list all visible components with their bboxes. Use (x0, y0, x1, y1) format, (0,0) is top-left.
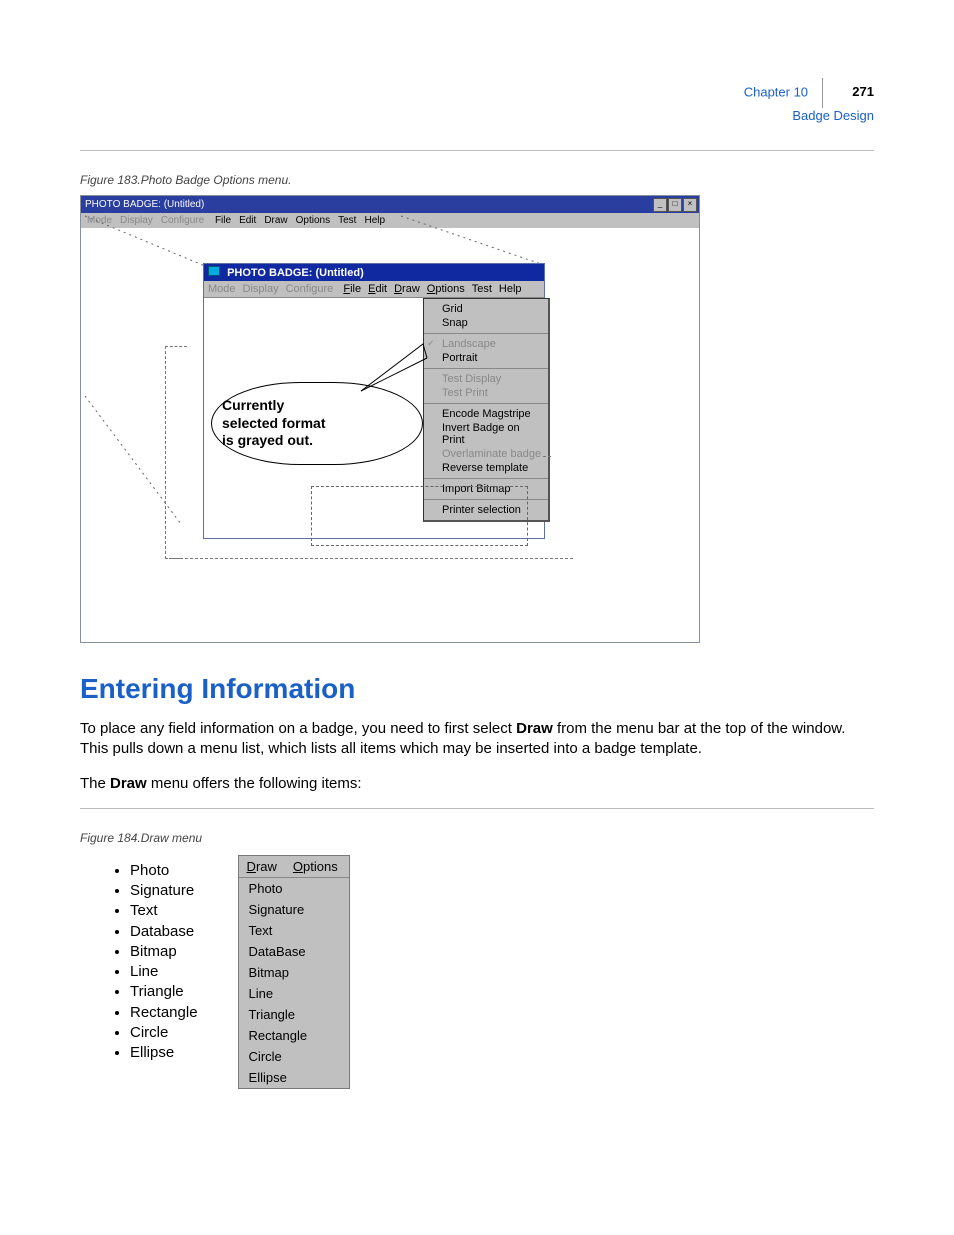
draw-menu-item[interactable]: Signature (239, 899, 349, 920)
outer-titlebar: PHOTO BADGE: (Untitled) _ □ × (81, 196, 699, 213)
list-item: Bitmap (130, 942, 198, 962)
page-header: Chapter 10 271 Badge Design (744, 78, 874, 123)
draw-menu-item[interactable]: Triangle (239, 1004, 349, 1025)
minimize-icon[interactable]: _ (653, 198, 667, 212)
list-item: Database (130, 922, 198, 942)
figure-183: PHOTO BADGE: (Untitled) _ □ × ModeDispla… (80, 195, 700, 643)
list-item: Circle (130, 1023, 198, 1043)
chapter-subtitle: Badge Design (792, 108, 874, 123)
draw-items-list: Photo Signature Text Database Bitmap Lin… (130, 861, 198, 1064)
outer-title: PHOTO BADGE: (Untitled) (85, 199, 204, 210)
chapter-label: Chapter 10 (744, 84, 808, 99)
figure-184: Photo Signature Text Database Bitmap Lin… (80, 855, 874, 1089)
menu-item-snap[interactable]: Snap (424, 316, 548, 330)
paragraph-2: The Draw menu offers the following items… (80, 774, 874, 794)
maximize-icon[interactable]: □ (668, 198, 682, 212)
list-item: Text (130, 901, 198, 921)
menu-head-options[interactable]: Options (285, 856, 346, 877)
draw-menu-item[interactable]: Text (239, 920, 349, 941)
outer-menubar[interactable]: ModeDisplayConfigure FileEditDrawOptions… (81, 213, 699, 228)
callout-pointer-icon (353, 336, 443, 396)
list-item: Signature (130, 881, 198, 901)
draw-menu-item[interactable]: Bitmap (239, 962, 349, 983)
draw-menu-item[interactable]: DataBase (239, 941, 349, 962)
list-item: Ellipse (130, 1043, 198, 1063)
list-item: Triangle (130, 982, 198, 1002)
menu-head-draw[interactable]: Draw (239, 856, 285, 877)
menu-item-grid[interactable]: Grid (424, 302, 548, 316)
figure-184-caption: Figure 184.Draw menu (80, 831, 874, 845)
draw-menu-item[interactable]: Line (239, 983, 349, 1004)
list-item: Line (130, 962, 198, 982)
menu-item-encode-magstripe[interactable]: Encode Magstripe (424, 407, 548, 421)
menu-item-invert-badge[interactable]: Invert Badge on Print (424, 421, 548, 447)
list-item: Rectangle (130, 1003, 198, 1023)
draw-menu-item[interactable]: Rectangle (239, 1025, 349, 1046)
draw-menu: Draw Options Photo Signature Text DataBa… (238, 855, 350, 1089)
inner-titlebar: PHOTO BADGE: (Untitled) (204, 264, 544, 281)
close-icon[interactable]: × (683, 198, 697, 212)
inner-title: PHOTO BADGE: (Untitled) (227, 267, 364, 279)
list-item: Photo (130, 861, 198, 881)
menu-item-reverse-template[interactable]: Reverse template (424, 461, 548, 475)
draw-menu-item[interactable]: Circle (239, 1046, 349, 1067)
menu-item-overlaminate[interactable]: Overlaminate badge (424, 447, 548, 461)
draw-menu-item[interactable]: Photo (239, 878, 349, 899)
inner-menubar[interactable]: ModeDisplayConfigure FileEditDrawOptions… (204, 281, 544, 298)
paragraph-1: To place any field information on a badg… (80, 719, 874, 760)
page-number: 271 (852, 84, 874, 99)
figure-183-caption: Figure 183.Photo Badge Options menu. (80, 173, 874, 187)
selection-box (311, 486, 528, 546)
draw-menu-item[interactable]: Ellipse (239, 1067, 349, 1088)
section-heading: Entering Information (80, 673, 874, 705)
